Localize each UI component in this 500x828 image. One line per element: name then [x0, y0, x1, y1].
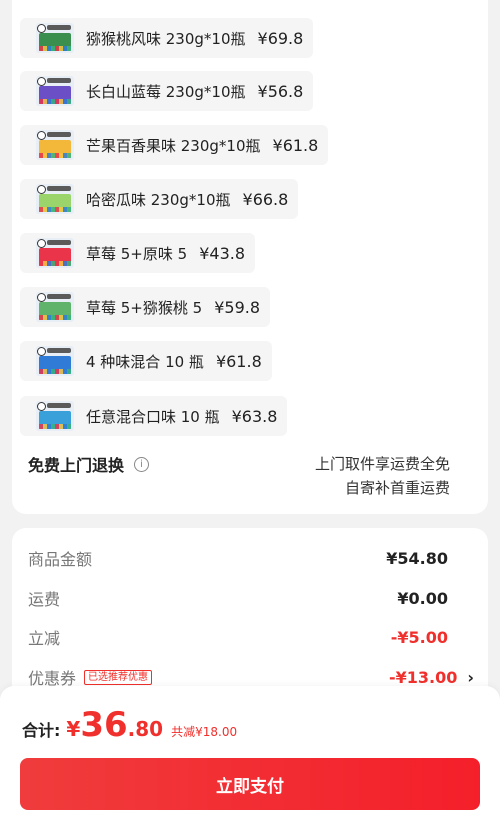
variant-option-2[interactable]: 长白山蓝莓 230g*10瓶 ¥56.8	[20, 71, 314, 111]
product-thumbnail	[36, 184, 74, 214]
variant-price: ¥56.8	[257, 81, 304, 101]
variant-name: 草莓 5+原味 5	[86, 244, 188, 263]
variant-price: ¥63.8	[231, 406, 278, 426]
free-return-text: 免费上门退换	[28, 456, 125, 475]
variant-name: 草莓 5+猕猴桃 5	[86, 298, 203, 317]
goods-amount-label: 商品金额	[28, 550, 93, 569]
product-thumbnail	[36, 23, 74, 53]
variant-name: 哈密瓜味 230g*10瓶	[86, 190, 231, 209]
variant-price: ¥43.8	[199, 243, 246, 263]
chevron-right-icon[interactable]: ›	[467, 668, 474, 687]
variant-option-8[interactable]: 任意混合口味 10 瓶 ¥63.8	[20, 396, 288, 436]
instant-discount-value: -¥5.00	[390, 627, 448, 647]
coupon-value: -¥13.00	[389, 667, 458, 687]
instant-discount-row: 立减 -¥5.00	[28, 625, 448, 649]
goods-amount-value: ¥54.80	[386, 548, 448, 568]
shipping-value: ¥0.00	[397, 588, 448, 608]
total-integer: 36	[80, 705, 128, 745]
variant-price: ¥59.8	[214, 297, 261, 317]
variant-name: 任意混合口味 10 瓶	[86, 407, 220, 426]
checkout-bar: 合计: ¥ 36 .80 共减¥18.00 立即支付	[0, 686, 500, 828]
return-policy-line1: 上门取件享运费全免	[314, 455, 450, 473]
variant-name: 芒果百香果味 230g*10瓶	[86, 136, 261, 155]
product-thumbnail	[36, 401, 74, 431]
variant-price: ¥66.8	[242, 189, 289, 209]
product-thumbnail	[36, 76, 74, 106]
total-saved: 共减¥18.00	[171, 725, 238, 739]
variant-option-7[interactable]: 4 种味混合 10 瓶 ¥61.8	[20, 341, 272, 381]
product-thumbnail	[36, 346, 74, 376]
variant-option-5[interactable]: 草莓 5+原味 5 ¥43.8	[20, 233, 256, 273]
return-policy: 上门取件享运费全免 自寄补首重运费	[315, 452, 450, 500]
free-return-label: 免费上门退换 i	[28, 452, 150, 476]
return-policy-line2: 自寄补首重运费	[344, 479, 450, 497]
product-thumbnail	[36, 292, 74, 322]
goods-amount-row: 商品金额 ¥54.80	[28, 546, 448, 570]
variant-name: 长白山蓝莓 230g*10瓶	[86, 82, 246, 101]
total-currency: ¥	[66, 717, 81, 741]
total-label: 合计:	[22, 721, 61, 740]
coupon-recommended-tag: 已选推荐优惠	[84, 669, 153, 685]
shipping-label: 运费	[28, 590, 61, 609]
variant-price: ¥61.8	[215, 351, 262, 371]
variant-name: 猕猴桃风味 230g*10瓶	[86, 29, 246, 48]
variant-price: ¥61.8	[272, 135, 319, 155]
variant-option-1[interactable]: 猕猴桃风味 230g*10瓶 ¥69.8	[20, 18, 314, 58]
variant-option-4[interactable]: 哈密瓜味 230g*10瓶 ¥66.8	[20, 179, 299, 219]
pay-now-button[interactable]: 立即支付	[20, 758, 480, 810]
product-thumbnail	[36, 238, 74, 268]
variant-name: 4 种味混合 10 瓶	[86, 352, 204, 371]
total-decimal: .80	[127, 717, 164, 741]
shipping-row: 运费 ¥0.00	[28, 586, 448, 610]
variant-option-6[interactable]: 草莓 5+猕猴桃 5 ¥59.8	[20, 287, 271, 327]
total-amount: 合计: ¥ 36 .80 共减¥18.00	[22, 708, 237, 742]
variant-option-3[interactable]: 芒果百香果味 230g*10瓶 ¥61.8	[20, 125, 329, 165]
instant-discount-label: 立减	[28, 629, 61, 648]
info-icon[interactable]: i	[134, 456, 150, 472]
product-thumbnail	[36, 130, 74, 160]
variant-price: ¥69.8	[257, 28, 304, 48]
